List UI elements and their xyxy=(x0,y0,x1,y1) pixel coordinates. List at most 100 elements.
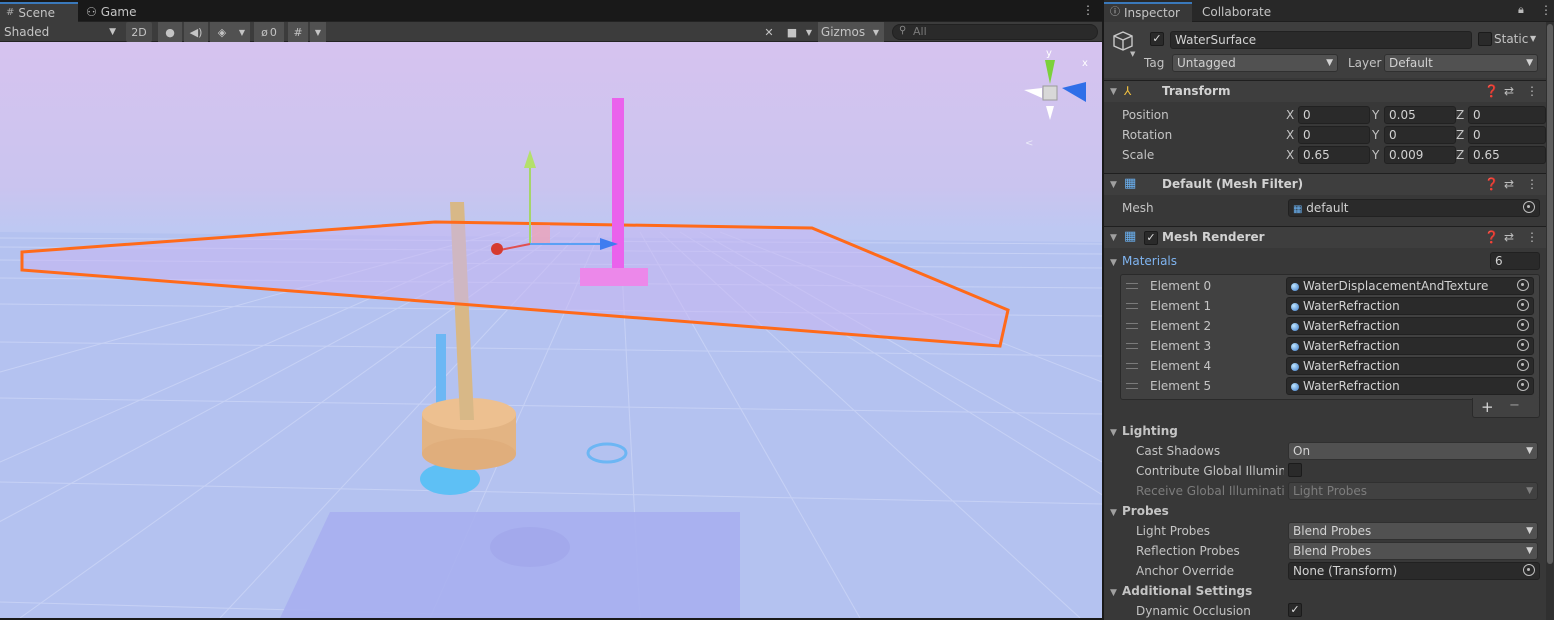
tag-dropdown[interactable]: Untagged ▼ xyxy=(1172,54,1338,72)
material-element-value: WaterRefraction xyxy=(1303,339,1400,353)
chevron-down-icon[interactable]: ▼ xyxy=(1530,34,1536,43)
transform-x-field[interactable]: 0 xyxy=(1298,106,1370,124)
mesh-renderer-enabled-checkbox[interactable]: ✓ xyxy=(1144,231,1158,245)
orientation-gizmo[interactable]: < y x xyxy=(1020,48,1092,160)
axis-y-label: Y xyxy=(1372,128,1380,142)
scene-more-menu-icon[interactable]: ⋮ xyxy=(1082,3,1094,17)
effects-toggle[interactable]: ◈ xyxy=(210,22,234,42)
lighting-toggle[interactable]: ● xyxy=(158,22,182,42)
remove-element-button[interactable]: − xyxy=(1509,398,1520,413)
tab-scene[interactable]: # Scene xyxy=(0,2,78,22)
material-element-field[interactable]: WaterRefraction xyxy=(1286,297,1534,315)
materials-count-field[interactable]: 6 xyxy=(1490,252,1540,270)
transform-header[interactable]: ▼ ⅄ Transform ❓ ⇄ ⋮ xyxy=(1104,80,1554,102)
object-picker-icon[interactable] xyxy=(1517,279,1529,291)
reflection-probes-dropdown[interactable]: Blend Probes ▼ xyxy=(1288,542,1538,560)
material-element-field[interactable]: WaterRefraction xyxy=(1286,357,1534,375)
audio-toggle[interactable]: ◀) xyxy=(184,22,208,42)
gizmo-x-handle[interactable] xyxy=(491,243,503,255)
inspector-more-menu-icon[interactable]: ⋮ xyxy=(1540,3,1552,17)
object-picker-icon[interactable] xyxy=(1523,564,1535,576)
transform-y-field[interactable]: 0 xyxy=(1384,126,1456,144)
toggle-2d-button[interactable]: 2D xyxy=(126,22,152,42)
active-checkbox[interactable]: ✓ xyxy=(1150,32,1164,46)
drag-handle-icon[interactable] xyxy=(1126,283,1138,289)
drag-handle-icon[interactable] xyxy=(1126,363,1138,369)
lightbulb-icon: ● xyxy=(165,25,175,39)
gizmo-x-label: x xyxy=(1082,58,1088,69)
tab-inspector[interactable]: ⓘ Inspector xyxy=(1104,2,1192,22)
material-element-value: WaterRefraction xyxy=(1303,359,1400,373)
gizmos-dropdown[interactable]: ▼ xyxy=(868,22,884,42)
object-picker-icon[interactable] xyxy=(1517,339,1529,351)
contribute-gi-checkbox[interactable] xyxy=(1288,463,1302,477)
lock-icon[interactable]: 🔒︎ xyxy=(1518,3,1524,17)
gizmos-button[interactable]: Gizmos xyxy=(818,22,868,42)
materials-label[interactable]: Materials xyxy=(1122,254,1177,268)
object-picker-icon[interactable] xyxy=(1523,201,1535,213)
inspector-tabbar: ⓘ Inspector Collaborate 🔒︎ ⋮ xyxy=(1104,0,1554,22)
cast-shadows-dropdown[interactable]: On ▼ xyxy=(1288,442,1538,460)
effects-dropdown[interactable]: ▼ xyxy=(234,22,250,42)
transform-y-field[interactable]: 0.05 xyxy=(1384,106,1456,124)
tab-collaborate[interactable]: Collaborate xyxy=(1196,2,1286,22)
scene-search-input[interactable]: ⚲ All xyxy=(892,24,1098,40)
mesh-field[interactable]: ▦ default xyxy=(1288,199,1540,217)
presets-icon[interactable]: ⇄ xyxy=(1504,230,1514,244)
static-checkbox[interactable] xyxy=(1478,32,1492,46)
mesh-renderer-header[interactable]: ▼ ▦ ✓ Mesh Renderer ❓ ⇄ ⋮ xyxy=(1104,226,1554,248)
presets-icon[interactable]: ⇄ xyxy=(1504,177,1514,191)
dynamic-occlusion-checkbox[interactable]: ✓ xyxy=(1288,603,1302,617)
help-icon[interactable]: ❓ xyxy=(1484,177,1499,191)
transform-x-field[interactable]: 0.65 xyxy=(1298,146,1370,164)
material-element-field[interactable]: WaterRefraction xyxy=(1286,317,1534,335)
inspector-scrollbar[interactable] xyxy=(1546,22,1554,620)
additional-foldout-icon[interactable]: ▼ xyxy=(1110,588,1117,598)
add-element-button[interactable]: + xyxy=(1481,398,1494,416)
tools-button[interactable]: ✕ xyxy=(758,22,780,42)
transform-z-field[interactable]: 0 xyxy=(1468,106,1546,124)
grid-dropdown[interactable]: ▼ xyxy=(310,22,326,42)
transform-z-field[interactable]: 0.65 xyxy=(1468,146,1546,164)
object-picker-icon[interactable] xyxy=(1517,299,1529,311)
layer-dropdown[interactable]: Default ▼ xyxy=(1384,54,1538,72)
lighting-foldout-icon[interactable]: ▼ xyxy=(1110,428,1117,438)
component-menu-icon[interactable]: ⋮ xyxy=(1526,84,1538,98)
camera-button[interactable]: ■ xyxy=(782,22,802,42)
light-probes-dropdown[interactable]: Blend Probes ▼ xyxy=(1288,522,1538,540)
scene-viewport[interactable]: < y x xyxy=(0,42,1102,618)
gameobject-name-field[interactable]: WaterSurface xyxy=(1170,31,1472,49)
drag-handle-icon[interactable] xyxy=(1126,323,1138,329)
chevron-down-icon[interactable]: ▼ xyxy=(1130,50,1135,58)
material-element-field[interactable]: WaterRefraction xyxy=(1286,337,1534,355)
material-element-field[interactable]: WaterDisplacementAndTexture xyxy=(1286,277,1534,295)
materials-foldout-icon[interactable]: ▼ xyxy=(1110,258,1117,268)
transform-x-field[interactable]: 0 xyxy=(1298,126,1370,144)
drag-handle-icon[interactable] xyxy=(1126,343,1138,349)
material-element-label: Element 5 xyxy=(1150,379,1212,393)
shading-mode-dropdown[interactable]: Shaded ▼ xyxy=(2,22,120,42)
anchor-override-field[interactable]: None (Transform) xyxy=(1288,562,1540,580)
tab-game[interactable]: ⚇ Game xyxy=(80,2,150,22)
object-picker-icon[interactable] xyxy=(1517,319,1529,331)
component-menu-icon[interactable]: ⋮ xyxy=(1526,177,1538,191)
scrollbar-thumb[interactable] xyxy=(1547,24,1553,564)
grid-toggle[interactable]: # xyxy=(288,22,308,42)
gizmo-plane-handle[interactable] xyxy=(532,225,550,243)
transform-z-field[interactable]: 0 xyxy=(1468,126,1546,144)
scene-render xyxy=(0,98,1102,618)
drag-handle-icon[interactable] xyxy=(1126,383,1138,389)
object-picker-icon[interactable] xyxy=(1517,379,1529,391)
camera-dropdown[interactable]: ▼ xyxy=(802,22,816,42)
transform-y-field[interactable]: 0.009 xyxy=(1384,146,1456,164)
help-icon[interactable]: ❓ xyxy=(1484,84,1499,98)
mesh-filter-header[interactable]: ▼ ▦ Default (Mesh Filter) ❓ ⇄ ⋮ xyxy=(1104,173,1554,195)
help-icon[interactable]: ❓ xyxy=(1484,230,1499,244)
hidden-objects-toggle[interactable]: ø 0 xyxy=(254,22,284,42)
material-element-field[interactable]: WaterRefraction xyxy=(1286,377,1534,395)
object-picker-icon[interactable] xyxy=(1517,359,1529,371)
presets-icon[interactable]: ⇄ xyxy=(1504,84,1514,98)
probes-foldout-icon[interactable]: ▼ xyxy=(1110,508,1117,518)
drag-handle-icon[interactable] xyxy=(1126,303,1138,309)
component-menu-icon[interactable]: ⋮ xyxy=(1526,230,1538,244)
